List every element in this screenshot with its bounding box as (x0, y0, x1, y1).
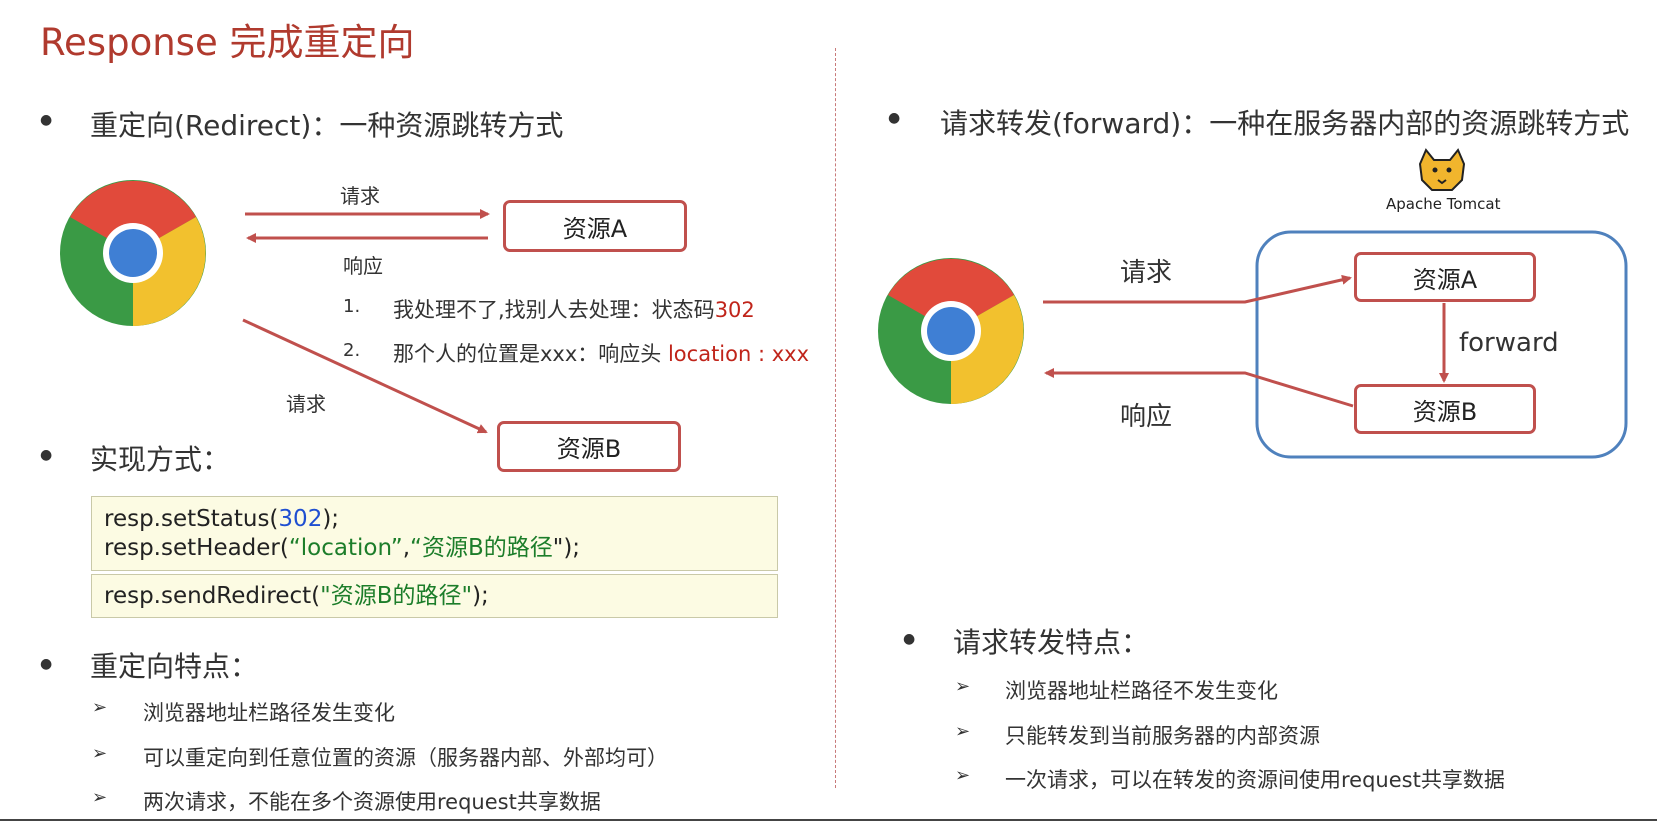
resource-b-box: 资源B (1354, 384, 1536, 434)
arrow-bullet-icon: ➢ (955, 676, 971, 697)
forward-features-heading: 请求转发特点： (953, 626, 1150, 659)
tomcat-logo-icon (1418, 148, 1466, 191)
tomcat-caption: Apache Tomcat (1386, 195, 1501, 213)
response-label: 响应 (1120, 402, 1173, 432)
feature-item: 浏览器地址栏路径不发生变化 (1005, 679, 1278, 703)
feature-item: 一次请求，可以在转发的资源间使用request共享数据 (1005, 768, 1505, 792)
slide-bottom-border (0, 819, 1657, 821)
request-label: 请求 (1120, 258, 1173, 288)
feature-item: 只能转发到当前服务器的内部资源 (1005, 724, 1320, 748)
forward-label: forward (1459, 328, 1559, 358)
arrow-bullet-icon: ➢ (955, 721, 971, 742)
chrome-logo-icon (878, 258, 1024, 404)
arrow-bullet-icon: ➢ (955, 765, 971, 786)
bullet-icon: ● (903, 631, 916, 647)
forward-response-arrow (1044, 368, 1354, 408)
forward-request-arrow (1043, 274, 1352, 304)
resource-a-box: 资源A (1354, 252, 1536, 302)
